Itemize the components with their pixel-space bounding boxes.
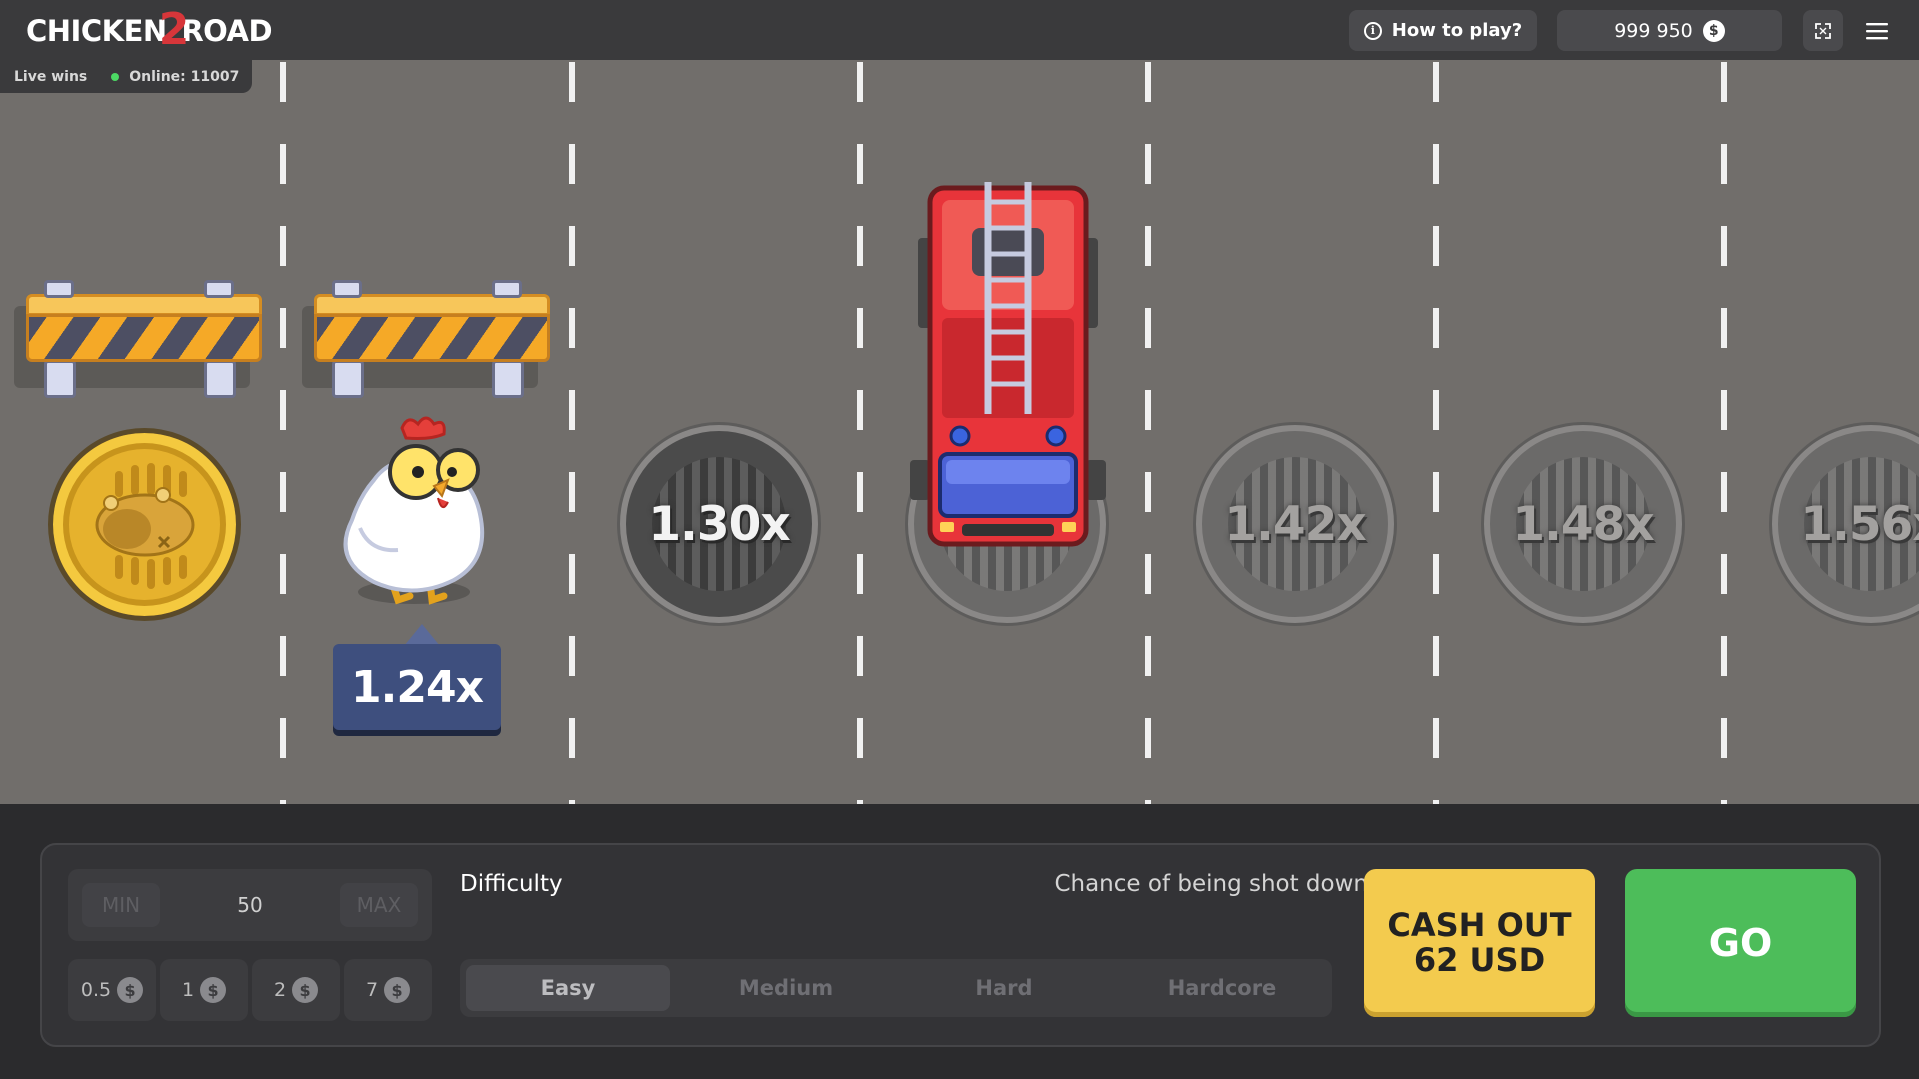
lane-divider (1721, 60, 1727, 804)
barrier-stripes (314, 314, 550, 362)
fire-truck (908, 178, 1108, 558)
fullscreen-icon (1815, 22, 1831, 39)
min-bet-button[interactable]: MIN (82, 883, 160, 927)
live-bar: Live wins Online: 11007 (0, 60, 252, 93)
collected-gold-coin (48, 428, 241, 621)
chip-value: 7 (365, 979, 379, 1001)
chicken-player (322, 410, 504, 610)
chicken-character-icon (343, 416, 485, 605)
game-app: CHICKEN 2 ROAD i How to play? 999 950 $ (0, 0, 1919, 1079)
multiplier-label: 1.42x (1224, 496, 1366, 552)
balance-display: 999 950 $ (1557, 10, 1782, 51)
difficulty-selector: Easy Medium Hard Hardcore (460, 959, 1332, 1017)
fire-truck-icon (910, 182, 1106, 547)
logo: CHICKEN 2 ROAD (26, 4, 273, 55)
lane-divider (1433, 60, 1439, 804)
live-wins-link[interactable]: Live wins (14, 69, 87, 85)
difficulty-label: Difficulty (460, 871, 563, 897)
difficulty-tab-hardcore[interactable]: Hardcore (1120, 965, 1324, 1011)
logo-word-chicken: CHICKEN (26, 14, 167, 48)
barrier-leg (492, 360, 524, 398)
lane-divider (857, 60, 863, 804)
difficulty-tab-easy[interactable]: Easy (466, 965, 670, 1011)
road-barrier (14, 280, 262, 398)
multiplier-label: 1.48x (1512, 496, 1654, 552)
barrier-leg (332, 360, 364, 398)
bet-amount-input[interactable]: 50 (188, 883, 312, 927)
quick-bet-chip[interactable]: 2 $ (252, 959, 340, 1021)
control-panel: MIN 50 MAX 0.5 $ 1 $ 2 $ 7 $ Difficulty … (40, 843, 1881, 1047)
quick-bet-chip[interactable]: 7 $ (344, 959, 432, 1021)
how-to-play-label: How to play? (1391, 20, 1523, 41)
dollar-coin-icon: $ (384, 977, 411, 1003)
bet-amount-box: MIN 50 MAX (68, 869, 432, 941)
top-bar: CHICKEN 2 ROAD i How to play? 999 950 $ (0, 0, 1919, 60)
barrier-cap (492, 280, 522, 298)
how-to-play-button[interactable]: i How to play? (1349, 10, 1537, 51)
quick-bet-chip[interactable]: 0.5 $ (68, 959, 156, 1021)
online-dot-icon (111, 72, 120, 81)
online-count-label: Online: 11007 (129, 68, 240, 85)
chance-label: Chance of being shot down (1054, 871, 1368, 897)
cash-out-amount: 62 USD (1413, 941, 1546, 979)
logo-word-road: ROAD (181, 14, 273, 48)
chip-value: 1 (181, 979, 195, 1001)
barrier-leg (204, 360, 236, 398)
manhole-multiplier: 1.30x (620, 425, 818, 623)
currency-icon: $ (1702, 19, 1725, 42)
dollar-coin-icon: $ (292, 977, 319, 1003)
multiplier-label: 1.30x (648, 496, 790, 552)
cash-out-button[interactable]: CASH OUT 62 USD (1364, 869, 1595, 1017)
fullscreen-button[interactable] (1803, 10, 1843, 51)
quick-bet-chip[interactable]: 1 $ (160, 959, 248, 1021)
manhole-multiplier: 1.48x (1484, 425, 1682, 623)
info-icon: i (1363, 21, 1382, 40)
max-bet-button[interactable]: MAX (340, 883, 418, 927)
online-count: Online: 11007 (111, 69, 239, 85)
barrier-stripes (26, 314, 262, 362)
bottom-panel: MIN 50 MAX 0.5 $ 1 $ 2 $ 7 $ Difficulty … (0, 804, 1919, 1079)
dollar-coin-icon: $ (117, 977, 144, 1003)
lane-divider (569, 60, 575, 804)
balance-value: 999 950 (1614, 19, 1693, 42)
road-barrier (302, 280, 550, 398)
barrier-cap (332, 280, 362, 298)
go-button[interactable]: GO (1625, 869, 1856, 1017)
barrier-cap (44, 280, 74, 298)
chip-value: 0.5 (80, 979, 112, 1001)
barrier-cap (204, 280, 234, 298)
difficulty-tab-medium[interactable]: Medium (684, 965, 888, 1011)
logo-number-two: 2 (158, 3, 190, 55)
hamburger-menu-icon (1866, 23, 1888, 40)
multiplier-label: 1.56x (1800, 496, 1919, 552)
lane-divider (280, 60, 286, 804)
dollar-coin-icon: $ (200, 977, 227, 1003)
lane-divider (1145, 60, 1151, 804)
barrier-leg (44, 360, 76, 398)
chip-value: 2 (273, 979, 287, 1001)
current-multiplier-tag: 1.24x (333, 644, 501, 730)
roast-chicken-icon (95, 463, 195, 589)
difficulty-tab-hard[interactable]: Hard (902, 965, 1106, 1011)
menu-button[interactable] (1860, 14, 1894, 48)
cash-out-label: CASH OUT (1387, 905, 1572, 944)
multiplier-pointer (404, 624, 440, 646)
manhole-multiplier: 1.42x (1196, 425, 1394, 623)
